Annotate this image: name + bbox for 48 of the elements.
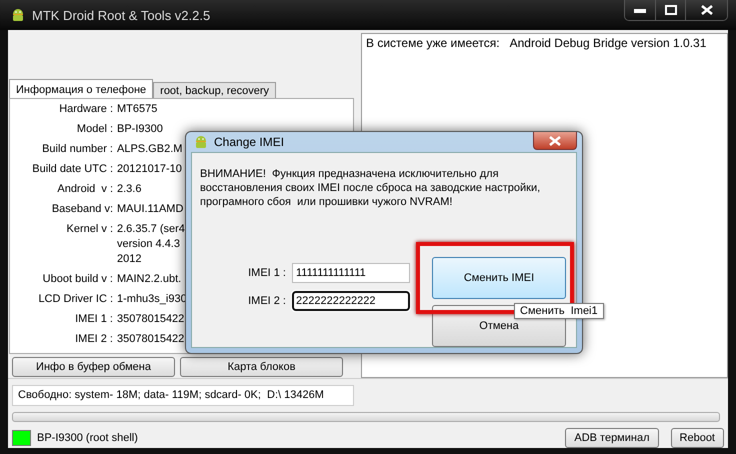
imei-label: IMEI 1 :	[247, 267, 286, 279]
maximize-button[interactable]	[655, 0, 685, 20]
info-label: Kernel v :	[66, 222, 113, 237]
info-value: 35078015422	[117, 332, 184, 347]
info-value: MAIN2.2.ubt.	[117, 272, 182, 287]
info-value: 20121017-10	[117, 162, 182, 177]
close-icon	[549, 136, 561, 146]
info-label: Build date UTC :	[31, 162, 113, 177]
free-space-field: Свободно: system- 18M; data- 119M; sdcard- 0K; D:\ 13426M	[12, 385, 354, 406]
maximize-icon	[664, 5, 676, 15]
footer-button[interactable]: Reboot	[670, 428, 724, 448]
info-label: Android v :	[56, 182, 113, 197]
footer-button[interactable]: ADB терминал	[565, 428, 659, 448]
info-label: Baseband v:	[50, 202, 113, 217]
info-label: IMEI 2 :	[74, 332, 113, 347]
android-icon	[193, 134, 209, 150]
info-label: Build number :	[41, 142, 113, 157]
device-status: BP-I9300 (root shell)	[37, 432, 139, 444]
info-label: Model :	[76, 122, 113, 137]
tab[interactable]: root, backup, recovery	[153, 82, 276, 98]
info-label: IMEI 1 :	[74, 312, 113, 327]
action-button[interactable]: Карта блоков	[180, 357, 343, 377]
info-value: BP-I9300	[117, 122, 163, 137]
dialog-title: Change IMEI	[214, 135, 286, 149]
close-icon	[700, 5, 712, 15]
imei-label: IMEI 2 :	[247, 295, 286, 307]
imei-field[interactable]: 2222222222222	[292, 291, 410, 311]
minimize-button[interactable]	[625, 0, 655, 20]
close-button[interactable]	[533, 132, 577, 150]
info-value: 2.6.35.7 (ser4 version 4.4.3 2012	[117, 222, 185, 267]
info-value: 1-mhu3s_i930	[117, 292, 187, 307]
info-label: Uboot build v :	[42, 272, 113, 287]
android-icon	[10, 7, 26, 23]
tab[interactable]: Информация о телефоне	[9, 79, 154, 98]
info-label: LCD Driver IC :	[37, 292, 113, 307]
info-label: Hardware :	[58, 102, 113, 117]
info-value: 35078015422	[117, 312, 184, 327]
window-title: MTK Droid Root & Tools v2.2.5	[32, 8, 212, 22]
tooltip: Сменить Imei1	[514, 303, 604, 319]
imei-field[interactable]: 1111111111111	[292, 263, 410, 283]
info-value: MAUI.11AMD	[117, 202, 184, 217]
info-value: MT6575	[117, 102, 158, 117]
dialog-button[interactable]: Сменить IMEI	[432, 257, 566, 299]
close-button[interactable]	[685, 0, 727, 20]
info-value: 2.3.6	[117, 182, 142, 197]
info-value: ALPS.GB2.M	[117, 142, 182, 157]
minimize-icon	[634, 7, 646, 13]
action-button[interactable]: Инфо в буфер обмена	[12, 357, 175, 377]
